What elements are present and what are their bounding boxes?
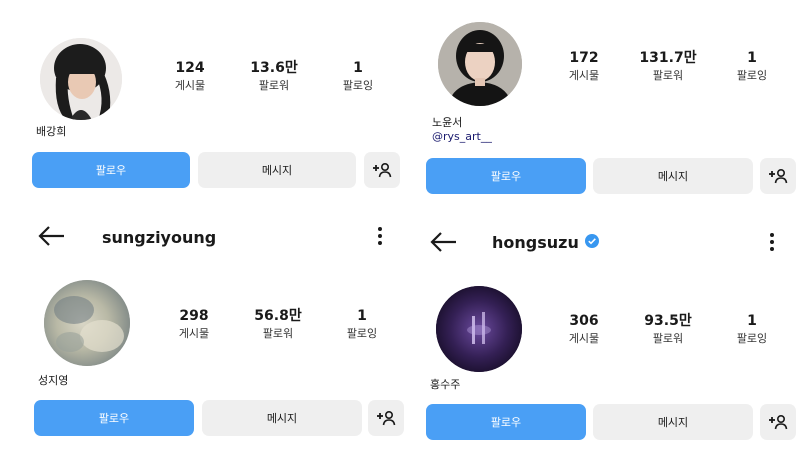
following-stat[interactable]: 1 팔로잉 (710, 313, 794, 346)
avatar-photo (40, 38, 122, 120)
profile-stats: 124 게시물 13.6만 팔로워 1 팔로잉 (148, 60, 400, 93)
following-stat[interactable]: 1 팔로잉 (320, 308, 404, 341)
followers-stat[interactable]: 93.5만 팔로워 (626, 313, 710, 346)
profile-header: hongsuzu (492, 231, 599, 253)
more-options-button[interactable] (768, 232, 776, 256)
followers-label: 팔로워 (258, 79, 290, 92)
profile-card-4: hongsuzu 306 게시물 93.5만 팔로워 1 팔로잉 홍수주 팔로우… (400, 210, 800, 463)
following-label: 팔로잉 (346, 327, 378, 340)
followers-count: 131.7만 (639, 50, 697, 66)
posts-stat[interactable]: 124 게시물 (148, 60, 232, 93)
profile-stats: 306 게시물 93.5만 팔로워 1 팔로잉 (542, 313, 794, 346)
posts-count: 172 (569, 50, 599, 66)
posts-count: 124 (175, 60, 205, 76)
profile-avatar[interactable] (436, 286, 522, 372)
followers-count: 56.8만 (254, 308, 302, 324)
profile-avatar[interactable] (40, 38, 122, 120)
posts-label: 게시물 (174, 79, 206, 92)
profile-handle-link[interactable]: @rys_art__ (432, 130, 492, 143)
posts-label: 게시물 (568, 69, 600, 82)
person-add-icon (769, 414, 788, 430)
profile-name: 노윤서 (432, 116, 463, 129)
followers-count: 13.6만 (250, 60, 298, 76)
following-count: 1 (747, 50, 757, 66)
profile-name: 홍수주 (430, 378, 461, 391)
followers-label: 팔로워 (652, 69, 684, 82)
add-user-button[interactable] (760, 158, 796, 194)
follow-button[interactable]: 팔로우 (32, 152, 190, 188)
followers-label: 팔로워 (652, 332, 684, 345)
profile-name: 배강희 (36, 125, 67, 138)
profile-stats: 172 게시물 131.7만 팔로워 1 팔로잉 (542, 50, 794, 83)
add-user-button[interactable] (368, 400, 404, 436)
following-label: 팔로잉 (736, 69, 768, 82)
followers-stat[interactable]: 131.7만 팔로워 (626, 50, 710, 83)
posts-count: 306 (569, 313, 599, 329)
profile-card-1: 124 게시물 13.6만 팔로워 1 팔로잉 배강희 팔로우 메시지 (0, 0, 400, 200)
person-add-icon (769, 168, 788, 184)
follow-button[interactable]: 팔로우 (426, 404, 586, 440)
more-vertical-icon (770, 233, 774, 251)
back-button[interactable] (38, 226, 66, 250)
arrow-left-icon (38, 226, 64, 246)
profile-avatar[interactable] (44, 280, 130, 366)
following-label: 팔로잉 (736, 332, 768, 345)
posts-label: 게시물 (568, 332, 600, 345)
posts-stat[interactable]: 306 게시물 (542, 313, 626, 346)
followers-stat[interactable]: 13.6만 팔로워 (232, 60, 316, 93)
following-stat[interactable]: 1 팔로잉 (710, 50, 794, 83)
follow-button[interactable]: 팔로우 (426, 158, 586, 194)
profile-header: sungziyoung (102, 226, 216, 248)
person-add-icon (377, 410, 396, 426)
add-user-button[interactable] (760, 404, 796, 440)
posts-stat[interactable]: 298 게시물 (152, 308, 236, 341)
person-add-icon (373, 162, 392, 178)
following-count: 1 (353, 60, 363, 76)
more-vertical-icon (378, 227, 382, 245)
avatar-photo (438, 22, 522, 106)
more-options-button[interactable] (376, 226, 384, 250)
profile-card-2: 172 게시물 131.7만 팔로워 1 팔로잉 노윤서 @rys_art__ … (400, 0, 800, 200)
posts-stat[interactable]: 172 게시물 (542, 50, 626, 83)
following-count: 1 (357, 308, 367, 324)
profile-card-3: sungziyoung 298 게시물 56.8만 팔로워 1 팔로잉 성지영 … (0, 210, 404, 463)
followers-count: 93.5만 (644, 313, 692, 329)
message-button[interactable]: 메시지 (198, 152, 356, 188)
follow-button[interactable]: 팔로우 (34, 400, 194, 436)
followers-stat[interactable]: 56.8만 팔로워 (236, 308, 320, 341)
posts-label: 게시물 (178, 327, 210, 340)
username-title: hongsuzu (492, 232, 579, 252)
profile-stats: 298 게시물 56.8만 팔로워 1 팔로잉 (152, 308, 404, 341)
screenshot-collage: 124 게시물 13.6만 팔로워 1 팔로잉 배강희 팔로우 메시지 172 … (0, 0, 800, 463)
profile-avatar[interactable] (438, 22, 522, 106)
followers-label: 팔로워 (262, 327, 294, 340)
arrow-left-icon (430, 232, 456, 252)
message-button[interactable]: 메시지 (593, 404, 753, 440)
add-user-button[interactable] (364, 152, 400, 188)
message-button[interactable]: 메시지 (593, 158, 753, 194)
posts-count: 298 (179, 308, 209, 324)
following-label: 팔로잉 (342, 79, 374, 92)
message-button[interactable]: 메시지 (202, 400, 362, 436)
avatar-photo (44, 280, 130, 366)
following-count: 1 (747, 313, 757, 329)
back-button[interactable] (430, 232, 458, 256)
avatar-photo (436, 286, 522, 372)
following-stat[interactable]: 1 팔로잉 (316, 60, 400, 93)
verified-badge-icon (584, 233, 599, 252)
username-title: sungziyoung (102, 227, 217, 247)
profile-name: 성지영 (38, 374, 69, 387)
